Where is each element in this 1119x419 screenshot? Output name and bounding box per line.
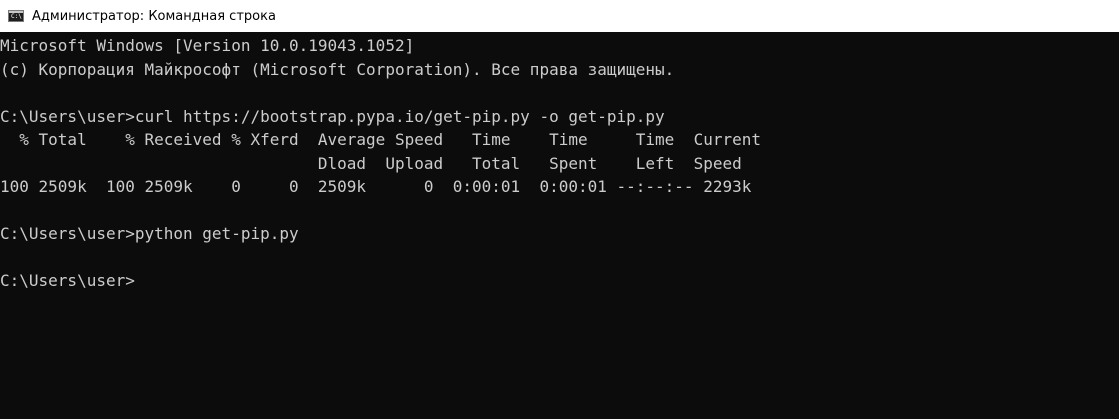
console-line-copyright: (c) Корпорация Майкрософт (Microsoft Cor… [0, 59, 675, 79]
console-line-python-command: C:\Users\user>python get-pip.py [0, 224, 299, 243]
console-line-curl-progress: 100 2509k 100 2509k 0 0 2509k 0 0:00:01 … [0, 177, 752, 196]
console-line-prompt[interactable]: C:\Users\user> [0, 269, 1119, 293]
window-title: Администратор: Командная строка [32, 8, 276, 24]
console-line-version: Microsoft Windows [Version 10.0.19043.10… [0, 36, 415, 55]
console-output[interactable]: Microsoft Windows [Version 10.0.19043.10… [0, 32, 1119, 419]
command-prompt-window: C:\ Администратор: Командная строка Micr… [0, 0, 1119, 419]
console-line-curl-header-2: Dload Upload Total Spent Left Speed [0, 153, 742, 173]
console-line-curl-command: C:\Users\user>curl https://bootstrap.pyp… [0, 106, 665, 126]
prompt-glyph: C:\ [11, 13, 22, 20]
command-prompt-icon[interactable]: C:\ [8, 10, 24, 22]
console-line-curl-header-1: % Total % Received % Xferd Average Speed… [0, 130, 761, 149]
title-bar[interactable]: C:\ Администратор: Командная строка [0, 0, 1119, 32]
